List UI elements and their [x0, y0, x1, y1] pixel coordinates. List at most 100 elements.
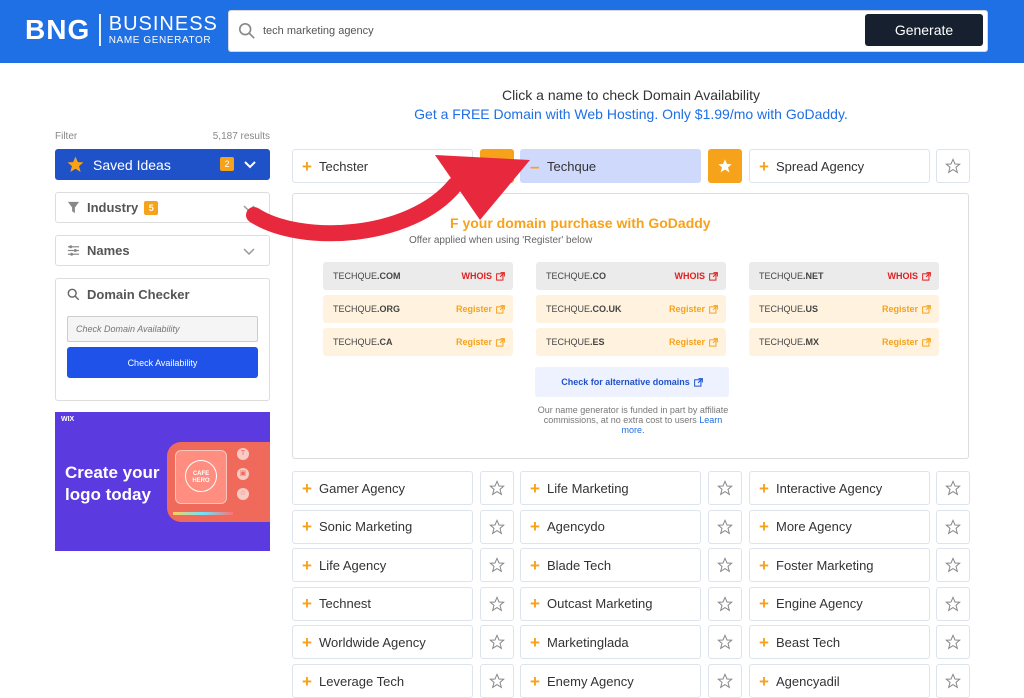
save-star-button[interactable]: [480, 471, 514, 505]
domain-tld: .US: [803, 304, 819, 314]
save-star-button[interactable]: [480, 664, 514, 698]
domain-check-hint: Click a name to check Domain Availabilit…: [501, 87, 761, 103]
search-input[interactable]: [263, 11, 853, 51]
save-star-button[interactable]: [708, 149, 742, 183]
save-star-button[interactable]: [708, 664, 742, 698]
name-label: Beast Tech: [776, 634, 841, 650]
save-star-button[interactable]: [936, 471, 970, 505]
wix-logo-ad[interactable]: WIX Create your logo today CAFE HERO T ▣…: [55, 412, 270, 551]
name-card[interactable]: + Interactive Agency: [749, 471, 930, 505]
name-card[interactable]: + Spread Agency: [749, 149, 930, 183]
name-card[interactable]: + Agencydo: [520, 509, 701, 544]
name-card[interactable]: + More Agency: [749, 509, 930, 544]
name-card[interactable]: + Blade Tech: [520, 548, 701, 583]
save-star-button[interactable]: [936, 586, 970, 621]
save-star-button[interactable]: [480, 509, 514, 544]
generate-button[interactable]: Generate: [865, 14, 983, 46]
name-card[interactable]: + Life Marketing: [520, 471, 701, 505]
godaddy-offer-link[interactable]: Get a FREE Domain with Web Hosting. Only…: [0, 106, 1024, 122]
name-card-selected[interactable]: – Techque: [520, 149, 701, 183]
names-filter[interactable]: Names: [55, 235, 270, 266]
domain-check-input[interactable]: [67, 316, 258, 342]
save-star-button[interactable]: [708, 625, 742, 660]
domain-tld: .MX: [803, 337, 820, 347]
register-link[interactable]: Register: [669, 328, 718, 356]
ad-title: Create your logo today: [65, 463, 160, 504]
name-label: Technest: [319, 596, 372, 612]
name-card[interactable]: + Sonic Marketing: [292, 509, 473, 544]
external-link-icon: [922, 337, 931, 347]
star-outline-icon: [489, 673, 505, 689]
sliders-icon: [67, 245, 80, 256]
industry-count-badge: 5: [144, 200, 159, 215]
whois-link[interactable]: WHOIS: [888, 262, 932, 290]
save-star-button[interactable]: [936, 548, 970, 583]
save-star-button[interactable]: [936, 149, 970, 183]
save-star-button[interactable]: [936, 625, 970, 660]
save-star-button[interactable]: [708, 509, 742, 544]
name-card[interactable]: + Gamer Agency: [292, 471, 473, 505]
name-card[interactable]: + Agencyadil: [749, 664, 930, 698]
plus-icon: +: [302, 555, 312, 575]
logo[interactable]: BNG BUSINESS NAME GENERATOR: [25, 14, 218, 46]
domain-action-label: Register: [668, 304, 705, 314]
domain-row: TECHQUE.COM WHOIS: [323, 262, 513, 290]
external-link-icon: [496, 304, 505, 314]
name-card[interactable]: + Life Agency: [292, 548, 473, 583]
whois-link[interactable]: WHOIS: [462, 262, 506, 290]
register-link[interactable]: Register: [669, 295, 718, 323]
ad-brand: WIX: [61, 416, 75, 423]
name-card[interactable]: + Engine Agency: [749, 586, 930, 621]
saved-ideas-button[interactable]: Saved Ideas 2: [55, 149, 270, 180]
star-icon: [718, 159, 732, 173]
industry-filter[interactable]: Industry 5: [55, 192, 270, 223]
plus-icon: +: [302, 156, 312, 176]
domain-row: TECHQUE.ORG Register: [323, 295, 513, 323]
shape-tool-icon: ☆: [237, 488, 249, 500]
name-label: Sonic Marketing: [319, 519, 413, 535]
register-link[interactable]: Register: [456, 328, 505, 356]
plus-icon: +: [530, 671, 540, 691]
domain-base: TECHQUE: [546, 271, 591, 281]
register-link[interactable]: Register: [456, 295, 505, 323]
whois-link[interactable]: WHOIS: [675, 262, 719, 290]
domain-base: TECHQUE: [759, 337, 804, 347]
name-label: Engine Agency: [776, 596, 863, 612]
name-card[interactable]: + Marketinglada: [520, 625, 701, 660]
domain-action-label: Register: [668, 337, 705, 347]
domain-checker-panel: Domain Checker Check Availability: [55, 278, 270, 401]
domain-base: TECHQUE: [333, 337, 378, 347]
name-card[interactable]: + Leverage Tech: [292, 664, 473, 698]
name-card[interactable]: + Technest: [292, 586, 473, 621]
save-star-button[interactable]: [936, 664, 970, 698]
industry-label: Industry: [87, 200, 139, 215]
name-card[interactable]: + Outcast Marketing: [520, 586, 701, 621]
plus-icon: +: [759, 594, 769, 614]
image-tool-icon: ▣: [237, 468, 249, 480]
save-star-button[interactable]: [480, 149, 514, 183]
domain-action-label: Register: [455, 337, 492, 347]
save-star-button[interactable]: [480, 586, 514, 621]
name-card[interactable]: + Foster Marketing: [749, 548, 930, 583]
logo-text: BUSINESS NAME GENERATOR: [109, 14, 218, 46]
save-star-button[interactable]: [480, 625, 514, 660]
save-star-button[interactable]: [708, 471, 742, 505]
name-card[interactable]: + Enemy Agency: [520, 664, 701, 698]
domain-row: TECHQUE.NET WHOIS: [749, 262, 939, 290]
name-card[interactable]: + Beast Tech: [749, 625, 930, 660]
save-star-button[interactable]: [708, 586, 742, 621]
alternative-domains-button[interactable]: Check for alternative domains: [535, 367, 729, 397]
domain-base: TECHQUE: [333, 271, 378, 281]
register-link[interactable]: Register: [882, 328, 931, 356]
external-link-icon: [922, 304, 931, 314]
save-star-button[interactable]: [936, 509, 970, 544]
name-card[interactable]: + Worldwide Agency: [292, 625, 473, 660]
star-outline-icon: [489, 518, 505, 535]
save-star-button[interactable]: [480, 548, 514, 583]
domain-tld: .COM: [377, 271, 401, 281]
check-availability-button[interactable]: Check Availability: [67, 347, 258, 378]
domain-name: TECHQUE.ORG: [333, 304, 400, 314]
name-card[interactable]: + Techster: [292, 149, 473, 183]
save-star-button[interactable]: [708, 548, 742, 583]
register-link[interactable]: Register: [882, 295, 931, 323]
